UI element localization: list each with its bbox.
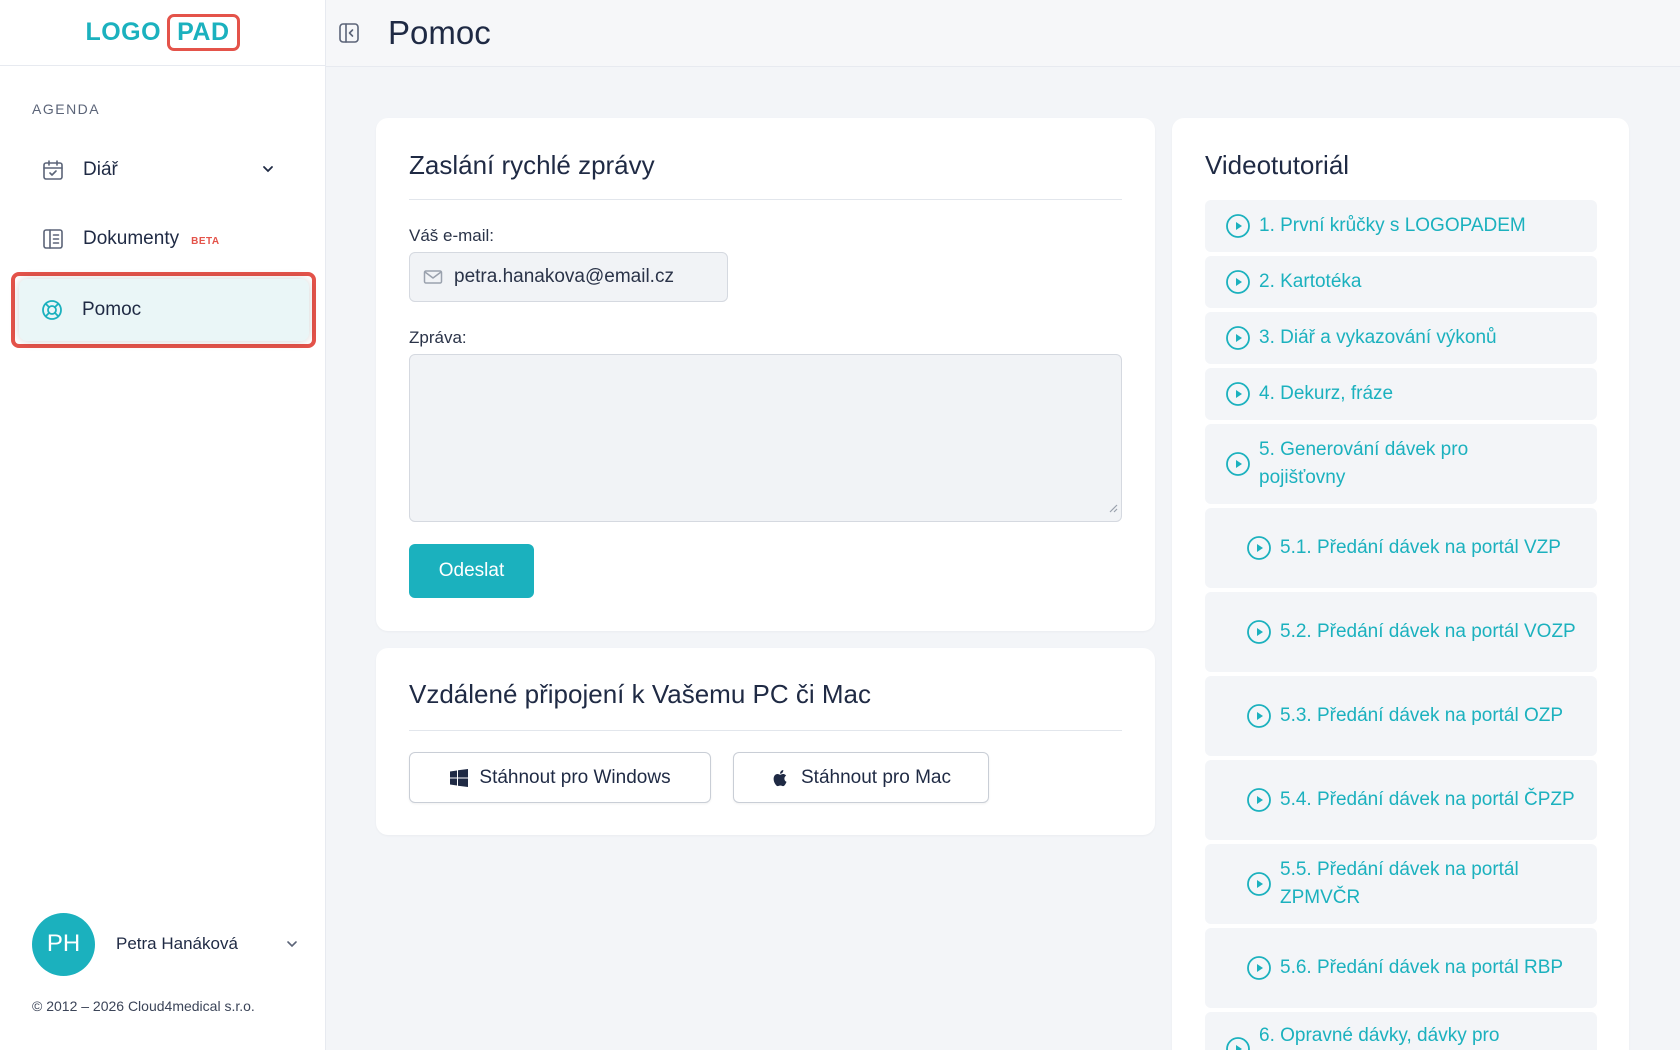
download-windows-button[interactable]: Stáhnout pro Windows xyxy=(409,752,711,803)
video-item-label: 5.1. Předání dávek na portál VZP xyxy=(1280,537,1561,558)
message-textarea[interactable] xyxy=(409,354,1122,522)
download-windows-label: Stáhnout pro Windows xyxy=(479,766,671,788)
chevron-down-icon[interactable] xyxy=(260,161,276,183)
play-circle-icon xyxy=(1225,1036,1251,1050)
video-item[interactable]: 6. Opravné dávky, dávky pro xyxy=(1205,1012,1597,1050)
apple-icon xyxy=(771,768,791,788)
divider xyxy=(409,199,1122,200)
mail-icon xyxy=(422,266,444,288)
video-item-label: 5.3. Předání dávek na portál OZP xyxy=(1280,705,1564,726)
video-item-label: 5.5. Předání dávek na portál ZPMVČR xyxy=(1280,859,1519,908)
sidebar-item-label: Pomoc xyxy=(82,299,142,320)
video-item[interactable]: 5.3. Předání dávek na portál OZP xyxy=(1205,676,1597,756)
resize-handle-icon[interactable] xyxy=(1108,500,1118,518)
header: Pomoc xyxy=(326,0,1680,67)
message-label: Zpráva: xyxy=(409,328,467,347)
play-circle-icon xyxy=(1246,787,1272,813)
document-icon xyxy=(41,227,65,251)
video-item-label: 1. První krůčky s LOGOPADEM xyxy=(1259,215,1526,236)
play-circle-icon xyxy=(1246,703,1272,729)
sidebar-item-dokumenty[interactable]: Dokumenty BETA xyxy=(20,208,306,270)
play-circle-icon xyxy=(1246,955,1272,981)
card-title: Zaslání rychlé zprávy xyxy=(409,150,655,180)
play-circle-icon xyxy=(1225,381,1251,407)
video-item-label: 5.6. Předání dávek na portál RBP xyxy=(1280,957,1564,978)
email-field[interactable]: petra.hanakova@email.cz xyxy=(409,252,728,302)
logo-text-left: LOGO xyxy=(85,18,162,46)
copyright: © 2012 – 2026 Cloud4medical s.r.o. xyxy=(32,998,255,1014)
logo-text-right: PAD xyxy=(167,14,240,51)
video-item[interactable]: 5. Generování dávek pro pojišťovny xyxy=(1205,424,1597,504)
sidebar: LOGO PAD AGENDA Diář Dokumenty BETA Pomo… xyxy=(0,0,326,1050)
play-circle-icon xyxy=(1246,871,1272,897)
video-item[interactable]: 3. Diář a vykazování výkonů xyxy=(1205,312,1597,364)
sidebar-collapse-icon[interactable] xyxy=(336,20,362,46)
nav-section-label: AGENDA xyxy=(32,101,101,117)
card-title: Vzdálené připojení k Vašemu PC či Mac xyxy=(409,679,871,709)
user-name: Petra Hanáková xyxy=(116,934,238,953)
play-circle-icon xyxy=(1246,619,1272,645)
sidebar-item-diar[interactable]: Diář xyxy=(20,139,306,201)
play-circle-icon xyxy=(1225,451,1251,477)
video-item-label: 3. Diář a vykazování výkonů xyxy=(1259,327,1497,348)
video-item[interactable]: 5.2. Předání dávek na portál VOZP xyxy=(1205,592,1597,672)
video-tutorial-card: Videotutoriál 1. První krůčky s LOGOPADE… xyxy=(1172,118,1629,1050)
email-value: petra.hanakova@email.cz xyxy=(454,266,674,287)
divider xyxy=(409,730,1122,731)
video-item[interactable]: 5.5. Předání dávek na portál ZPMVČR xyxy=(1205,844,1597,924)
sidebar-item-label: Dokumenty xyxy=(83,228,180,249)
video-item[interactable]: 4. Dekurz, fráze xyxy=(1205,368,1597,420)
lifebuoy-icon xyxy=(40,298,64,322)
download-mac-button[interactable]: Stáhnout pro Mac xyxy=(733,752,989,803)
logo[interactable]: LOGO PAD xyxy=(85,14,240,51)
send-button[interactable]: Odeslat xyxy=(409,544,534,598)
video-item-label: 5. Generování dávek pro pojišťovny xyxy=(1259,439,1469,488)
logo-row: LOGO PAD xyxy=(0,0,325,66)
sidebar-item-pomoc[interactable]: Pomoc xyxy=(19,279,309,341)
avatar: PH xyxy=(32,912,95,976)
page-title: Pomoc xyxy=(388,14,491,51)
video-item-label: 2. Kartotéka xyxy=(1259,271,1362,292)
quick-message-card: Zaslání rychlé zprávy Váš e-mail: petra.… xyxy=(376,118,1155,631)
video-list: 1. První krůčky s LOGOPADEM 2. Kartotéka… xyxy=(1205,200,1597,1050)
video-item[interactable]: 5.4. Předání dávek na portál ČPZP xyxy=(1205,760,1597,840)
card-title: Videotutoriál xyxy=(1205,150,1350,180)
play-circle-icon xyxy=(1225,269,1251,295)
windows-icon xyxy=(449,768,469,788)
play-circle-icon xyxy=(1225,213,1251,239)
remote-connection-card: Vzdálené připojení k Vašemu PC či Mac St… xyxy=(376,648,1155,835)
video-item[interactable]: 5.1. Předání dávek na portál VZP xyxy=(1205,508,1597,588)
play-circle-icon xyxy=(1225,325,1251,351)
calendar-check-icon xyxy=(41,158,65,182)
video-item-label: 5.2. Předání dávek na portál VOZP xyxy=(1280,621,1576,642)
video-item[interactable]: 5.6. Předání dávek na portál RBP xyxy=(1205,928,1597,1008)
play-circle-icon xyxy=(1246,535,1272,561)
video-item-label: 6. Opravné dávky, dávky pro xyxy=(1259,1025,1500,1046)
email-label: Váš e-mail: xyxy=(409,226,495,245)
video-item[interactable]: 1. První krůčky s LOGOPADEM xyxy=(1205,200,1597,252)
video-item[interactable]: 2. Kartotéka xyxy=(1205,256,1597,308)
beta-badge: BETA xyxy=(191,235,220,247)
video-item-label: 5.4. Předání dávek na portál ČPZP xyxy=(1280,789,1575,810)
chevron-down-icon[interactable] xyxy=(284,936,300,957)
sidebar-item-label: Diář xyxy=(83,159,118,180)
user-menu[interactable]: PH Petra Hanáková xyxy=(32,912,302,976)
download-mac-label: Stáhnout pro Mac xyxy=(801,766,951,788)
video-item-label: 4. Dekurz, fráze xyxy=(1259,383,1394,404)
